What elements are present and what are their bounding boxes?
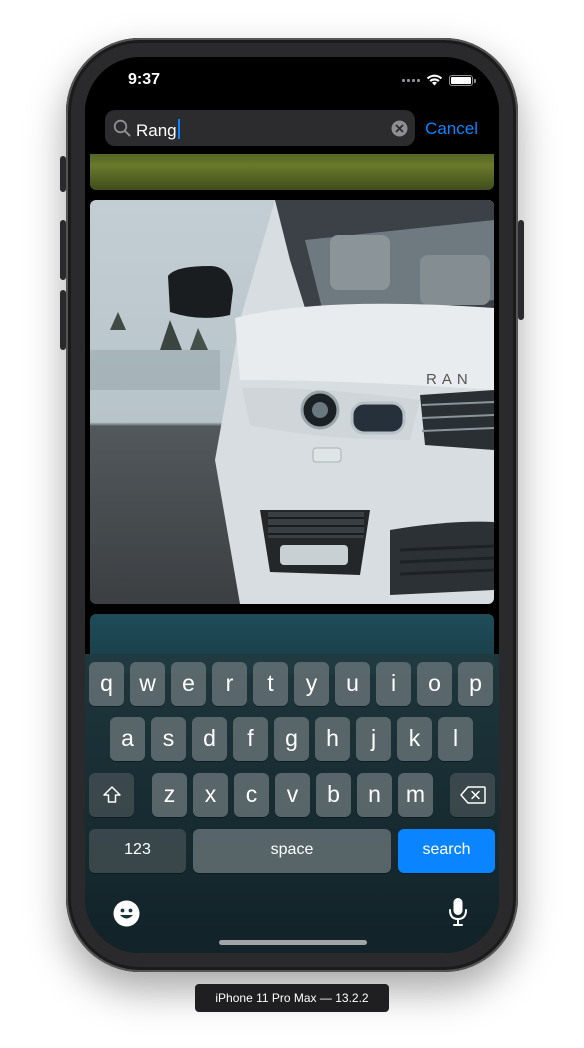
numbers-key[interactable]: 123 xyxy=(89,829,186,873)
volume-down-button xyxy=(60,290,66,350)
volume-up-button xyxy=(60,220,66,280)
home-indicator[interactable] xyxy=(219,940,367,945)
key-m[interactable]: m xyxy=(398,773,433,817)
power-button xyxy=(518,220,524,320)
search-icon xyxy=(113,119,131,137)
key-q[interactable]: q xyxy=(89,662,124,706)
key-c[interactable]: c xyxy=(234,773,269,817)
status-icons xyxy=(402,74,476,86)
key-a[interactable]: a xyxy=(110,717,145,761)
car-badge: RAN xyxy=(426,371,473,388)
text-cursor xyxy=(177,119,180,139)
status-time: 9:37 xyxy=(127,71,161,88)
clear-icon[interactable] xyxy=(391,120,408,137)
key-b[interactable]: b xyxy=(316,773,351,817)
key-v[interactable]: v xyxy=(275,773,310,817)
silent-switch xyxy=(60,156,66,192)
notch xyxy=(186,57,398,88)
key-u[interactable]: u xyxy=(335,662,370,706)
search-query: Rang xyxy=(136,121,177,140)
car-illustration: RAN xyxy=(90,200,494,604)
key-e[interactable]: e xyxy=(171,662,206,706)
key-z[interactable]: z xyxy=(152,773,187,817)
photo-car[interactable]: RAN xyxy=(90,200,494,604)
space-key[interactable]: space xyxy=(193,829,391,873)
key-l[interactable]: l xyxy=(438,717,473,761)
key-d[interactable]: d xyxy=(192,717,227,761)
keyboard: qwertyuiop asdfghjkl zxcvbnm 123 space sea… xyxy=(85,654,499,953)
device-label: iPhone 11 Pro Max — 13.2.2 xyxy=(195,984,389,1012)
photo-grass[interactable] xyxy=(90,149,494,190)
search-bar: Rang Cancel xyxy=(85,101,499,154)
signal-icon xyxy=(402,78,420,82)
emoji-icon[interactable] xyxy=(113,900,140,927)
shift-key[interactable] xyxy=(89,773,134,817)
delete-icon xyxy=(459,786,486,804)
search-input[interactable]: Rang xyxy=(105,110,415,146)
cancel-button[interactable]: Cancel xyxy=(425,119,478,139)
battery-icon xyxy=(449,74,476,86)
key-n[interactable]: n xyxy=(357,773,392,817)
key-p[interactable]: p xyxy=(458,662,493,706)
delete-key[interactable] xyxy=(450,773,495,817)
search-key[interactable]: search xyxy=(398,829,495,873)
key-k[interactable]: k xyxy=(397,717,432,761)
screen: 9:37 Rang Cancel RAN q w e r t y u i o p… xyxy=(85,57,499,953)
key-f[interactable]: f xyxy=(233,717,268,761)
wifi-icon xyxy=(426,74,443,86)
key-w[interactable]: w xyxy=(130,662,165,706)
key-y[interactable]: y xyxy=(294,662,329,706)
key-r[interactable]: r xyxy=(212,662,247,706)
shift-icon xyxy=(102,786,121,803)
key-i[interactable]: i xyxy=(376,662,411,706)
key-g[interactable]: g xyxy=(274,717,309,761)
key-x[interactable]: x xyxy=(193,773,228,817)
key-h[interactable]: h xyxy=(315,717,350,761)
microphone-icon[interactable] xyxy=(448,897,468,927)
key-t[interactable]: t xyxy=(253,662,288,706)
key-s[interactable]: s xyxy=(151,717,186,761)
key-o[interactable]: o xyxy=(417,662,452,706)
key-j[interactable]: j xyxy=(356,717,391,761)
